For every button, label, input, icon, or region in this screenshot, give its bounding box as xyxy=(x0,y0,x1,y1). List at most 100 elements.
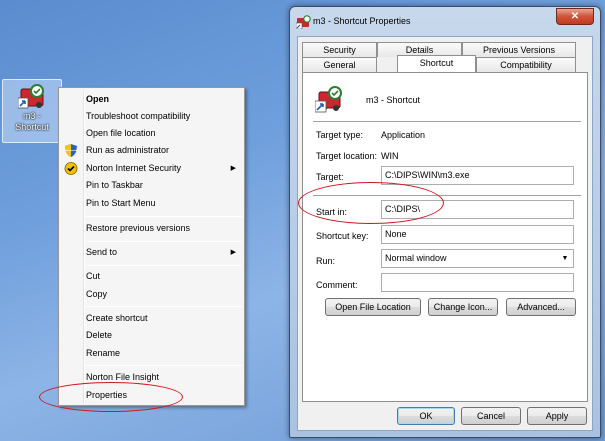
desktop-icon-label-1: m3 - xyxy=(23,111,41,121)
tab-label: Details xyxy=(405,45,434,55)
menu-item-delete[interactable]: Delete xyxy=(59,327,244,344)
menu-separator xyxy=(86,216,242,217)
menu-item-restore-previous-versions[interactable]: Restore previous versions xyxy=(59,220,244,237)
title-bar[interactable]: m3 - Shortcut Properties ✕ xyxy=(290,7,600,35)
open-file-location-button[interactable]: Open File Location xyxy=(325,298,421,316)
change-icon-button[interactable]: Change Icon... xyxy=(428,298,498,316)
menu-separator xyxy=(86,265,242,266)
shortcut-name: m3 - Shortcut xyxy=(366,95,421,105)
menu-item-troubleshoot[interactable]: Troubleshoot compatibility xyxy=(59,108,244,125)
button-label: Apply xyxy=(545,411,569,421)
m3-app-icon xyxy=(296,15,311,29)
menu-item-send-to[interactable]: Send to ▶ xyxy=(59,244,244,261)
menu-item-label: Pin to Taskbar xyxy=(86,180,143,190)
tab-label: Security xyxy=(323,45,356,55)
menu-item-norton-internet-security[interactable]: Norton Internet Security ▶ xyxy=(59,160,244,177)
tab-shortcut[interactable]: Shortcut xyxy=(397,55,476,72)
button-label: Cancel xyxy=(476,411,505,421)
menu-item-label: Open xyxy=(86,94,110,104)
menu-item-properties[interactable]: Properties xyxy=(59,387,244,404)
shortcut-key-field-value: None xyxy=(385,229,407,239)
menu-item-pin-to-start-menu[interactable]: Pin to Start Menu xyxy=(59,195,244,212)
shortcut-tab-page: m3 - Shortcut Target type: Application T… xyxy=(302,72,588,402)
tab-compatibility[interactable]: Compatibility xyxy=(476,57,576,72)
tab-label: Shortcut xyxy=(419,58,454,68)
target-label: Target: xyxy=(316,172,344,182)
target-field[interactable]: C:\DIPS\WIN\m3.exe xyxy=(381,166,574,185)
tab-general[interactable]: General xyxy=(302,57,377,72)
submenu-arrow-icon: ▶ xyxy=(230,249,236,256)
menu-item-run-as-admin[interactable]: Run as administrator xyxy=(59,142,244,159)
target-field-value: C:\DIPS\WIN\m3.exe xyxy=(385,170,470,180)
menu-item-open[interactable]: Open xyxy=(59,91,244,108)
menu-item-label: Cut xyxy=(86,271,101,281)
menu-item-label: Delete xyxy=(86,330,113,340)
menu-item-label: Run as administrator xyxy=(86,145,170,155)
close-button[interactable]: ✕ xyxy=(556,8,594,25)
menu-item-label: Pin to Start Menu xyxy=(86,198,156,208)
chevron-down-icon[interactable]: ▼ xyxy=(558,251,572,266)
menu-item-cut[interactable]: Cut xyxy=(59,268,244,285)
menu-item-label: Troubleshoot compatibility xyxy=(86,111,191,121)
dialog-client: Security Details Previous Versions Gener… xyxy=(297,36,593,431)
menu-item-label: Norton Internet Security xyxy=(86,163,182,173)
context-menu: Open Troubleshoot compatibility Open fil… xyxy=(58,87,245,406)
button-label: Change Icon... xyxy=(433,302,493,312)
target-location-label: Target location: xyxy=(316,151,378,161)
divider xyxy=(313,195,581,196)
shield-icon xyxy=(65,144,77,157)
tab-previous-versions[interactable]: Previous Versions xyxy=(462,42,576,57)
window-title: m3 - Shortcut Properties xyxy=(313,16,411,26)
menu-item-label: Create shortcut xyxy=(86,313,148,323)
menu-item-label: Open file location xyxy=(86,128,156,138)
start-in-label: Start in: xyxy=(316,207,348,217)
menu-item-pin-to-taskbar[interactable]: Pin to Taskbar xyxy=(59,177,244,194)
tab-label: Compatibility xyxy=(500,60,552,70)
menu-item-label: Restore previous versions xyxy=(86,223,191,233)
cancel-button[interactable]: Cancel xyxy=(461,407,521,425)
button-label: Advanced... xyxy=(517,302,565,312)
run-select[interactable]: Normal window ▼ xyxy=(381,249,574,268)
menu-separator xyxy=(86,306,242,307)
tab-security[interactable]: Security xyxy=(302,42,377,57)
tab-label: Previous Versions xyxy=(482,45,556,55)
menu-separator xyxy=(86,365,242,366)
shortcut-key-field[interactable]: None xyxy=(381,225,574,244)
menu-item-label: Rename xyxy=(86,348,121,358)
menu-item-norton-file-insight[interactable]: Norton File Insight xyxy=(59,369,244,386)
tab-label: General xyxy=(323,60,356,70)
target-location-value: WIN xyxy=(381,151,399,161)
menu-item-label: Send to xyxy=(86,247,118,257)
desktop-shortcut-m3[interactable]: m3 - Shortcut xyxy=(2,79,62,143)
properties-window: m3 - Shortcut Properties ✕ Security Deta… xyxy=(289,6,601,438)
button-label: Open File Location xyxy=(335,302,411,312)
shortcut-key-label: Shortcut key: xyxy=(316,231,369,241)
divider xyxy=(313,121,581,122)
menu-item-copy[interactable]: Copy xyxy=(59,286,244,303)
start-in-field-value: C:\DIPS\ xyxy=(385,204,421,214)
submenu-arrow-icon: ▶ xyxy=(230,165,236,172)
run-label: Run: xyxy=(316,256,336,266)
menu-item-label: Norton File Insight xyxy=(86,372,160,382)
comment-label: Comment: xyxy=(316,280,358,290)
button-label: OK xyxy=(419,411,433,421)
shortcut-app-icon xyxy=(315,86,342,113)
close-icon: ✕ xyxy=(570,11,580,22)
menu-item-rename[interactable]: Rename xyxy=(59,345,244,362)
norton-icon xyxy=(64,162,78,175)
ok-button[interactable]: OK xyxy=(397,407,455,425)
comment-field[interactable] xyxy=(381,273,574,292)
desktop-icon-label-2: Shortcut xyxy=(15,122,49,132)
menu-item-create-shortcut[interactable]: Create shortcut xyxy=(59,310,244,327)
menu-item-label: Copy xyxy=(86,289,108,299)
target-type-value: Application xyxy=(381,130,426,140)
start-in-field[interactable]: C:\DIPS\ xyxy=(381,200,574,219)
menu-separator xyxy=(86,241,242,242)
advanced-button[interactable]: Advanced... xyxy=(506,298,576,316)
menu-item-label: Properties xyxy=(86,390,128,400)
apply-button[interactable]: Apply xyxy=(527,407,587,425)
run-select-value: Normal window xyxy=(385,253,447,263)
m3-app-icon xyxy=(18,84,44,109)
menu-item-open-file-location[interactable]: Open file location xyxy=(59,125,244,142)
target-type-label: Target type: xyxy=(316,130,364,140)
